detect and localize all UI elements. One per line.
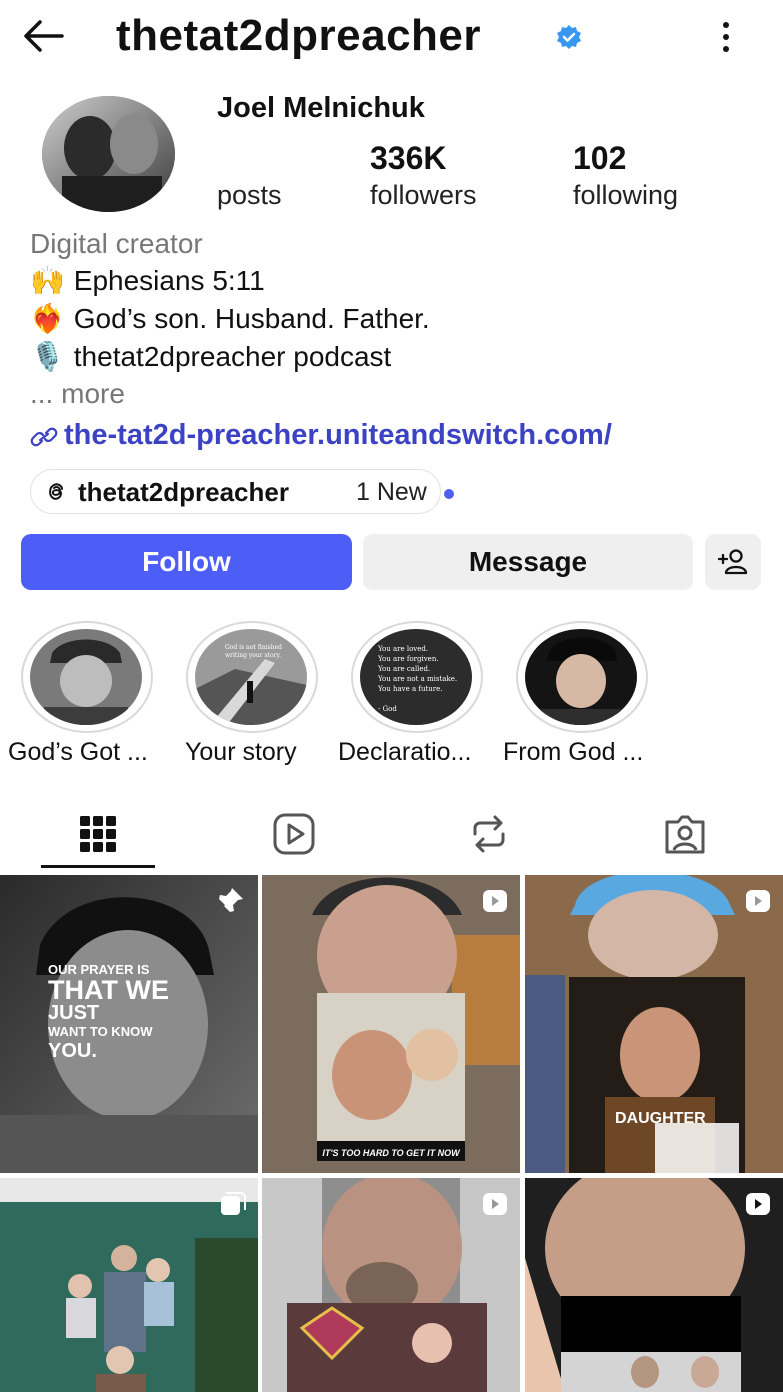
highlight-text: God is not finished <box>225 644 282 651</box>
reel-icon <box>746 890 770 912</box>
threads-icon <box>49 483 63 500</box>
highlight-label[interactable]: Declaratio... <box>338 738 471 767</box>
post-tile[interactable] <box>0 1178 258 1392</box>
bio-line: 🎙️ thetat2dpreacher podcast <box>30 339 391 375</box>
post-overlay-text: YOU. <box>48 1040 97 1062</box>
highlight-photo: You are loved. You are forgiven. You are… <box>360 629 472 725</box>
post-tile[interactable]: IT'S TOO HARD TO GET IT NOW <box>262 875 520 1173</box>
more-vertical-icon[interactable] <box>716 20 736 54</box>
profile-category: Digital creator <box>30 228 203 259</box>
tagged-icon[interactable] <box>663 812 707 856</box>
following-count[interactable]: 102 <box>573 140 626 177</box>
highlight-label[interactable]: From God ... <box>503 738 643 767</box>
highlight-text: You are called. <box>377 665 430 673</box>
posts-label: posts <box>217 180 282 210</box>
bio-line: ❤️‍🔥 God’s son. Husband. Father. <box>30 301 430 337</box>
follow-button[interactable]: Follow <box>21 534 352 590</box>
followers-label[interactable]: followers <box>370 180 477 211</box>
profile-username: thetat2dpreacher <box>116 11 482 60</box>
reposts-icon[interactable] <box>467 812 511 856</box>
profile-tabs <box>0 800 783 872</box>
top-bar: thetat2dpreacher <box>0 0 783 76</box>
highlight-cover <box>30 629 142 725</box>
post-caption: DAUGHTER <box>615 1110 706 1127</box>
suggested-users-button[interactable] <box>705 534 761 590</box>
highlight-cover: God is not finished writing your story. <box>195 629 307 725</box>
post-tile[interactable] <box>525 1178 783 1392</box>
post-overlay-text: JUST <box>48 1002 100 1024</box>
highlight-photo: God is not finished writing your story. <box>195 629 307 725</box>
link-icon <box>30 427 58 447</box>
highlight-photo <box>525 629 637 725</box>
reels-icon[interactable] <box>272 812 316 856</box>
reel-icon <box>483 890 507 912</box>
posts-grid: OUR PRAYER IS THAT WE JUST WANT TO KNOW … <box>0 875 783 1392</box>
highlight-text: You have a future. <box>377 685 443 693</box>
raised-hands-emoji: 🙌 <box>30 265 65 296</box>
grid-icon[interactable] <box>76 812 120 856</box>
post-tile[interactable] <box>262 1178 520 1392</box>
threads-username: thetat2dpreacher <box>78 477 289 507</box>
carousel-icon <box>221 1192 246 1215</box>
highlight-cover: You are loved. You are forgiven. You are… <box>360 629 472 725</box>
threads-new-count: 1 New <box>356 478 427 506</box>
reel-icon <box>746 1193 770 1215</box>
highlight-text: You are loved. <box>377 645 428 653</box>
bio-line-text: thetat2dpreacher podcast <box>73 341 392 372</box>
following-label[interactable]: following <box>573 180 678 211</box>
active-tab-indicator <box>41 865 155 868</box>
back-arrow-icon[interactable] <box>20 16 68 56</box>
reel-icon <box>483 1193 507 1215</box>
new-indicator-dot <box>444 489 454 499</box>
post-overlay-text: WANT TO KNOW <box>48 1024 153 1039</box>
profile-full-name: Joel Melnichuk <box>217 92 425 124</box>
profile-avatar[interactable] <box>42 96 175 212</box>
highlight-cover <box>525 629 637 725</box>
highlight-text: writing your story. <box>225 652 281 659</box>
bio-more-link[interactable]: ... more <box>30 378 125 410</box>
pinned-icon <box>218 888 243 913</box>
post-tile[interactable]: OUR PRAYER IS THAT WE JUST WANT TO KNOW … <box>0 875 258 1173</box>
highlight-text: - God <box>378 705 397 713</box>
bio-line-text: Ephesians 5:11 <box>73 265 265 296</box>
highlight-label[interactable]: Your story <box>185 738 297 767</box>
highlight-text: You are forgiven. <box>377 655 439 663</box>
post-thumbnail: IT'S TOO HARD TO GET IT NOW <box>262 875 520 1173</box>
bio-line: 🙌 Ephesians 5:11 <box>30 263 265 299</box>
post-tile[interactable]: DAUGHTER <box>525 875 783 1173</box>
bio-line-text: God’s son. Husband. Father. <box>73 303 430 334</box>
microphone-emoji: 🎙️ <box>30 341 65 372</box>
followers-count[interactable]: 336K <box>370 140 447 177</box>
message-button[interactable]: Message <box>363 534 693 590</box>
post-thumbnail: DAUGHTER <box>525 875 783 1173</box>
add-user-icon <box>717 549 748 575</box>
profile-website-text[interactable]: the-tat2d-preacher.uniteandswitch.com/ <box>64 419 612 451</box>
post-caption: IT'S TOO HARD TO GET IT NOW <box>322 1148 461 1158</box>
threads-badge[interactable]: thetat2dpreacher 1 New <box>30 469 454 514</box>
highlight-label[interactable]: God’s Got ... <box>8 738 148 767</box>
avatar-photo <box>42 96 175 212</box>
profile-website-link[interactable]: the-tat2d-preacher.uniteandswitch.com/ <box>30 419 612 452</box>
heart-on-fire-emoji: ❤️‍🔥 <box>30 303 65 334</box>
post-overlay-text: THAT WE <box>48 975 169 1005</box>
verified-badge-icon <box>557 25 581 49</box>
highlight-text: You are not a mistake. <box>377 675 457 683</box>
highlight-photo <box>30 629 142 725</box>
